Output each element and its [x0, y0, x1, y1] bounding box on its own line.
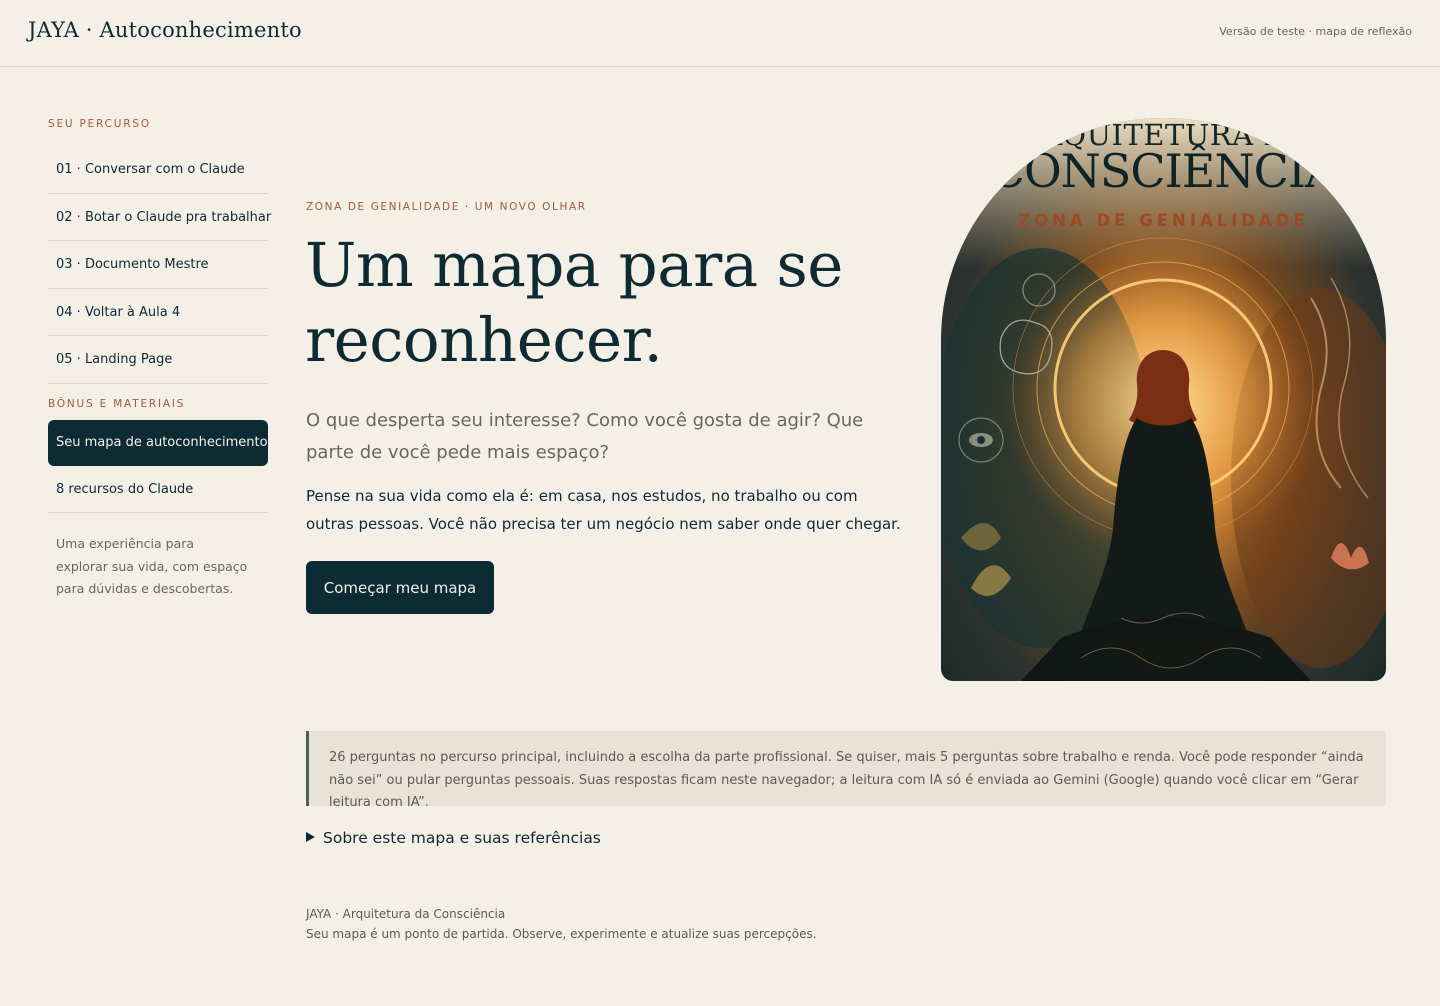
about-map-toggle[interactable]: Sobre este mapa e suas referências: [306, 829, 601, 847]
footer-title: JAYA · Arquitetura da Consciência: [306, 907, 506, 921]
hero-illustration: [941, 118, 1386, 681]
sidebar-item-conversar[interactable]: 01 · Conversar com o Claude: [48, 146, 268, 194]
sidebar-heading-bonus: BÔNUS E MATERIAIS: [48, 397, 186, 410]
sidebar-item-botar-claude[interactable]: 02 · Botar o Claude pra trabalhar: [48, 194, 271, 241]
lead-text: O que desperta seu interesse? Como você …: [306, 410, 864, 463]
sidebar-item-recursos-claude[interactable]: 8 recursos do Claude: [48, 466, 268, 513]
start-map-button[interactable]: Começar meu mapa: [306, 561, 494, 614]
hero-title-line2: CONSCIÊNCIA: [989, 144, 1338, 198]
sidebar-note: Uma experiência para explorar sua vida, …: [56, 536, 248, 596]
eyebrow-label: ZONA DE GENIALIDADE · UM NOVO OLHAR: [306, 201, 587, 213]
sidebar-heading-course: SEU PERCURSO: [48, 118, 151, 130]
sidebar-item-landing-page[interactable]: 05 · Landing Page: [48, 336, 268, 384]
top-bar: JAYA · Autoconhecimento Versão de teste …: [0, 0, 1440, 67]
disclosure-triangle-icon: [306, 832, 315, 842]
page-title: Um mapa para se reconhecer.: [305, 230, 843, 376]
hero-subtitle: ZONA DE GENIALIDADE: [1018, 211, 1309, 230]
sidebar-item-mapa-autoconhecimento[interactable]: Seu mapa de autoconhecimento: [48, 419, 268, 466]
version-note: Versão de teste · mapa de reflexão: [1219, 25, 1412, 38]
footer-note: Seu mapa é um ponto de partida. Observe,…: [306, 927, 817, 941]
hero-image: ARQUITETURA DA CONSCIÊNCIA ZONA DE GENIA…: [941, 118, 1386, 681]
body-text: Pense na sua vida como ela é: em casa, n…: [306, 487, 901, 533]
sidebar-item-documento-mestre[interactable]: 03 · Documento Mestre: [48, 241, 268, 289]
brand-logo[interactable]: JAYA · Autoconhecimento: [28, 18, 302, 42]
info-box: 26 perguntas no percurso principal, incl…: [306, 731, 1386, 810]
sidebar-item-voltar-aula[interactable]: 04 · Voltar à Aula 4: [48, 289, 268, 336]
sidebar: SEU PERCURSO 01 · Conversar com o Claude…: [48, 118, 271, 601]
about-map-label: Sobre este mapa e suas referências: [323, 829, 601, 847]
